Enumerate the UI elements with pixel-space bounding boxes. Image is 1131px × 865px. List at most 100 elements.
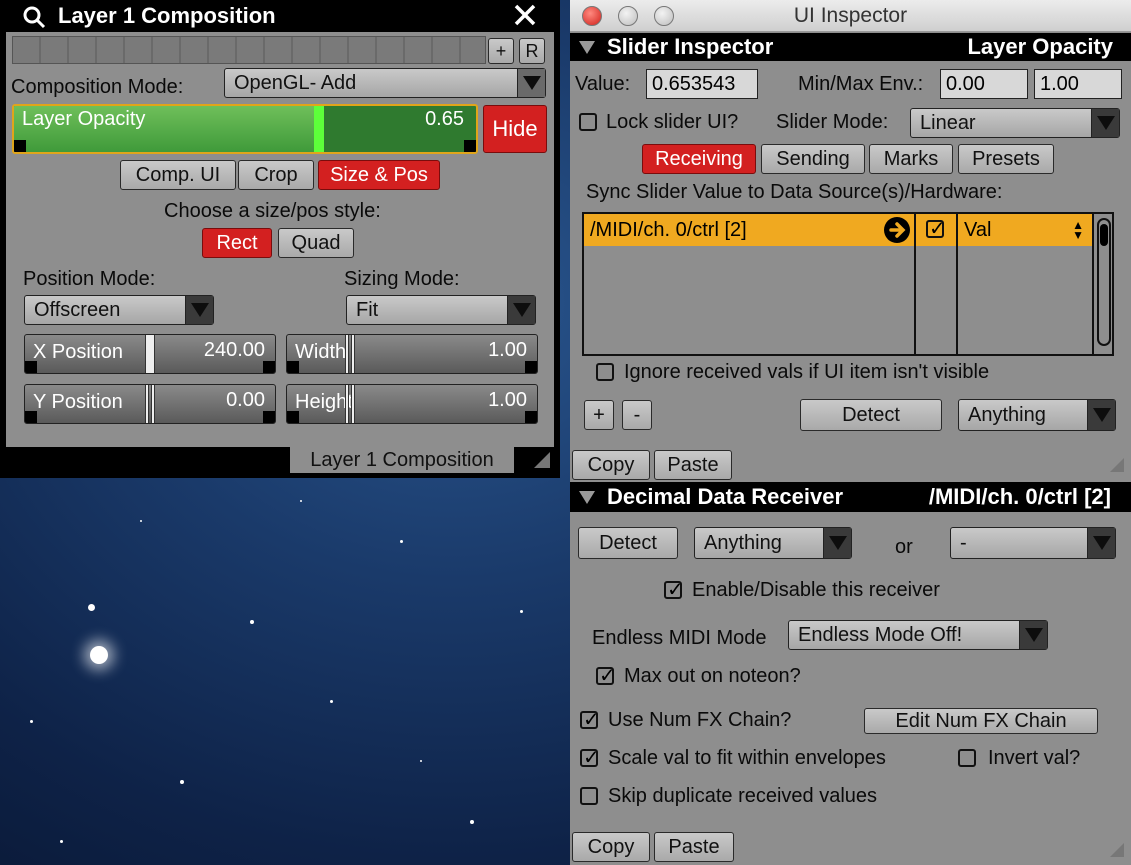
copy-button[interactable]: Copy <box>572 450 650 480</box>
y-position-value: 0.00 <box>226 389 265 411</box>
x-position-slider[interactable]: X Position 240.00 <box>24 334 276 374</box>
position-mode-dropdown[interactable]: Offscreen <box>24 295 214 325</box>
inspector-titlebar: UI Inspector <box>570 0 1131 32</box>
star <box>300 500 302 502</box>
source-mode: Val <box>964 219 992 241</box>
reset-button[interactable]: R <box>519 38 545 64</box>
tab-crop[interactable]: Crop <box>238 160 314 190</box>
disclosure-icon[interactable] <box>579 490 595 504</box>
slider-knob[interactable] <box>145 335 155 373</box>
scale-val-checkbox[interactable] <box>580 745 600 770</box>
tab-receiving[interactable]: Receiving <box>642 144 756 174</box>
receiver-second-dropdown[interactable]: - <box>950 527 1116 559</box>
add-button[interactable]: + <box>488 38 514 64</box>
source-list[interactable]: /MIDI/ch. 0/ctrl [2] Val ▲▼ <box>582 212 1114 356</box>
list-row[interactable]: /MIDI/ch. 0/ctrl [2] Val ▲▼ <box>584 214 1092 246</box>
star <box>60 840 63 843</box>
slider-mode-dropdown[interactable]: Linear <box>910 108 1120 138</box>
source-enabled-checkbox[interactable] <box>926 216 946 241</box>
receiver-copy-button[interactable]: Copy <box>572 832 650 862</box>
scrollbar-grip <box>1100 224 1108 246</box>
star <box>180 780 184 784</box>
tab-comp-ui[interactable]: Comp. UI <box>120 160 236 190</box>
remove-source-button[interactable]: - <box>622 400 652 430</box>
sizing-mode-dropdown[interactable]: Fit <box>346 295 536 325</box>
width-value: 1.00 <box>488 339 527 361</box>
quad-button[interactable]: Quad <box>278 228 354 258</box>
slider-cap-left <box>25 411 37 423</box>
window-title: Layer 1 Composition <box>58 3 276 28</box>
tab-sending[interactable]: Sending <box>761 144 865 174</box>
scrollbar-thumb[interactable] <box>1097 218 1111 346</box>
use-num-fx-checkbox[interactable] <box>580 707 600 732</box>
detect-button[interactable]: Detect <box>800 399 942 431</box>
width-label: Width <box>295 341 347 363</box>
opacity-slider[interactable]: Layer Opacity 0.65 <box>12 104 478 154</box>
endless-midi-label: Endless MIDI Mode <box>592 627 767 649</box>
height-value: 1.00 <box>488 389 527 411</box>
disclosure-icon[interactable] <box>579 40 595 54</box>
slider-cap-right <box>263 411 275 423</box>
slider-knob[interactable] <box>345 335 349 373</box>
edit-num-fx-button[interactable]: Edit Num FX Chain <box>864 708 1098 734</box>
receiver-anything-dropdown[interactable]: Anything <box>694 527 852 559</box>
y-position-slider[interactable]: Y Position 0.00 <box>24 384 276 424</box>
opacity-slider-knob[interactable] <box>314 106 324 152</box>
footer-tab[interactable]: Layer 1 Composition <box>290 447 514 473</box>
position-mode-value: Offscreen <box>34 298 121 321</box>
min-field[interactable]: 0.00 <box>940 69 1028 99</box>
minmax-label: Min/Max Env.: <box>798 73 924 95</box>
receiver-paste-button[interactable]: Paste <box>654 832 734 862</box>
width-slider[interactable]: Width 1.00 <box>286 334 538 374</box>
tab-marks[interactable]: Marks <box>869 144 953 174</box>
hide-button[interactable]: Hide <box>483 105 547 153</box>
chevron-down-icon <box>1091 109 1119 137</box>
resize-grip-icon[interactable] <box>534 452 550 468</box>
window-title: UI Inspector <box>793 4 908 27</box>
rect-button[interactable]: Rect <box>202 228 272 258</box>
source-enabled-cell[interactable] <box>916 214 956 246</box>
skip-duplicates-checkbox[interactable] <box>580 787 598 805</box>
lock-slider-checkbox[interactable] <box>579 113 597 131</box>
composition-mode-dropdown[interactable]: OpenGL- Add <box>224 68 546 98</box>
stepper-icon[interactable]: ▲ ▼ <box>1072 219 1084 241</box>
enable-receiver-checkbox[interactable] <box>664 577 684 602</box>
value-label: Value: <box>575 73 631 95</box>
source-path-cell[interactable]: /MIDI/ch. 0/ctrl [2] <box>584 214 914 246</box>
paste-button[interactable]: Paste <box>654 450 732 480</box>
scale-val-label: Scale val to fit within envelopes <box>608 747 886 769</box>
source-path: /MIDI/ch. 0/ctrl [2] <box>590 219 747 241</box>
decimal-receiver-header[interactable]: Decimal Data Receiver /MIDI/ch. 0/ctrl [… <box>570 482 1131 512</box>
anything-dropdown[interactable]: Anything <box>958 399 1116 431</box>
max-noteon-checkbox[interactable] <box>596 663 616 688</box>
receiver-anything-value: Anything <box>704 531 782 554</box>
value-field[interactable]: 0.653543 <box>646 69 758 99</box>
ignore-received-checkbox[interactable] <box>596 363 614 381</box>
enable-receiver-label: Enable/Disable this receiver <box>692 579 940 601</box>
receiver-detect-button[interactable]: Detect <box>578 527 678 559</box>
search-icon[interactable] <box>22 5 46 29</box>
slider-mode-value: Linear <box>920 111 976 134</box>
close-icon[interactable] <box>512 2 538 28</box>
list-scrollbar[interactable] <box>1092 214 1112 354</box>
resize-grip-icon[interactable] <box>1110 458 1124 472</box>
invert-val-label: Invert val? <box>988 747 1081 769</box>
invert-val-checkbox[interactable] <box>958 749 976 767</box>
endless-mode-dropdown[interactable]: Endless Mode Off! <box>788 620 1048 650</box>
tab-size-pos[interactable]: Size & Pos <box>318 160 440 190</box>
height-slider[interactable]: Height 1.00 <box>286 384 538 424</box>
source-mode-cell[interactable]: Val ▲ ▼ <box>958 214 1092 246</box>
composition-mode-label: Composition Mode: <box>11 76 184 98</box>
add-source-button[interactable]: + <box>584 400 614 430</box>
arrow-right-icon[interactable] <box>884 217 910 243</box>
slider-cap-left <box>287 361 299 373</box>
max-field[interactable]: 1.00 <box>1034 69 1122 99</box>
slider-cap-right <box>525 361 537 373</box>
resize-grip-icon[interactable] <box>1110 843 1124 857</box>
slider-knob[interactable] <box>345 385 349 423</box>
slider-knob[interactable] <box>145 385 149 423</box>
slider-inspector-header[interactable]: Slider Inspector Layer Opacity <box>570 33 1131 61</box>
use-num-fx-label: Use Num FX Chain? <box>608 709 792 731</box>
tab-presets[interactable]: Presets <box>958 144 1054 174</box>
layer-strip[interactable] <box>12 36 486 64</box>
